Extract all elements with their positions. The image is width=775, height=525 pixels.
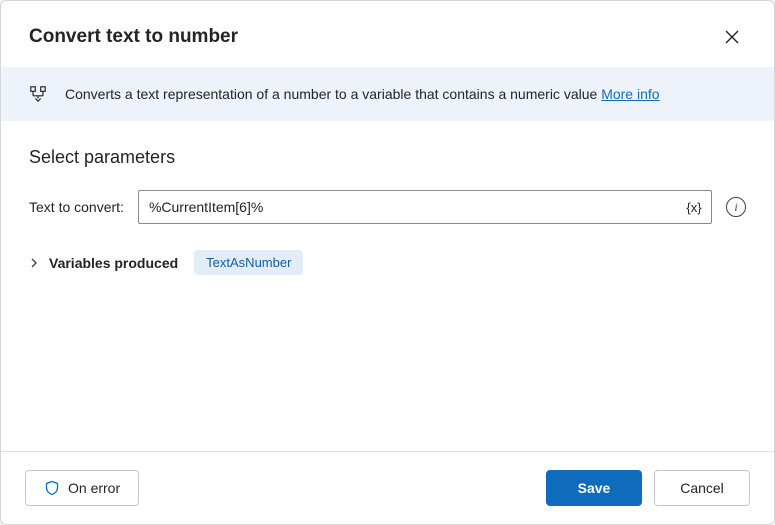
more-info-link[interactable]: More info: [601, 86, 659, 102]
dialog-footer: On error Save Cancel: [1, 451, 774, 524]
save-button[interactable]: Save: [546, 470, 642, 506]
banner-text: Converts a text representation of a numb…: [65, 86, 660, 102]
input-wrap: {x}: [138, 190, 712, 224]
banner-description: Converts a text representation of a numb…: [65, 86, 601, 102]
convert-text-to-number-dialog: Convert text to number Converts a text r…: [0, 0, 775, 525]
param-row-text-to-convert: Text to convert: {x} i: [29, 190, 746, 224]
insert-variable-button[interactable]: {x}: [682, 195, 706, 219]
dialog-header: Convert text to number: [1, 1, 774, 67]
on-error-label: On error: [68, 480, 120, 496]
close-button[interactable]: [718, 23, 746, 51]
dialog-content: Select parameters Text to convert: {x} i…: [1, 121, 774, 451]
param-label: Text to convert:: [29, 199, 124, 215]
variables-produced-row: Variables produced TextAsNumber: [29, 250, 746, 275]
help-button[interactable]: i: [726, 197, 746, 217]
close-icon: [725, 30, 739, 44]
variables-produced-label[interactable]: Variables produced: [49, 255, 178, 271]
info-banner: Converts a text representation of a numb…: [1, 67, 774, 121]
variable-chip[interactable]: TextAsNumber: [194, 250, 303, 275]
shield-icon: [44, 480, 60, 496]
chevron-right-icon[interactable]: [29, 258, 39, 268]
section-title: Select parameters: [29, 147, 746, 168]
action-icon: [29, 85, 47, 103]
cancel-button[interactable]: Cancel: [654, 470, 750, 506]
dialog-title: Convert text to number: [29, 26, 238, 48]
on-error-button[interactable]: On error: [25, 470, 139, 506]
text-to-convert-input[interactable]: [138, 190, 712, 224]
